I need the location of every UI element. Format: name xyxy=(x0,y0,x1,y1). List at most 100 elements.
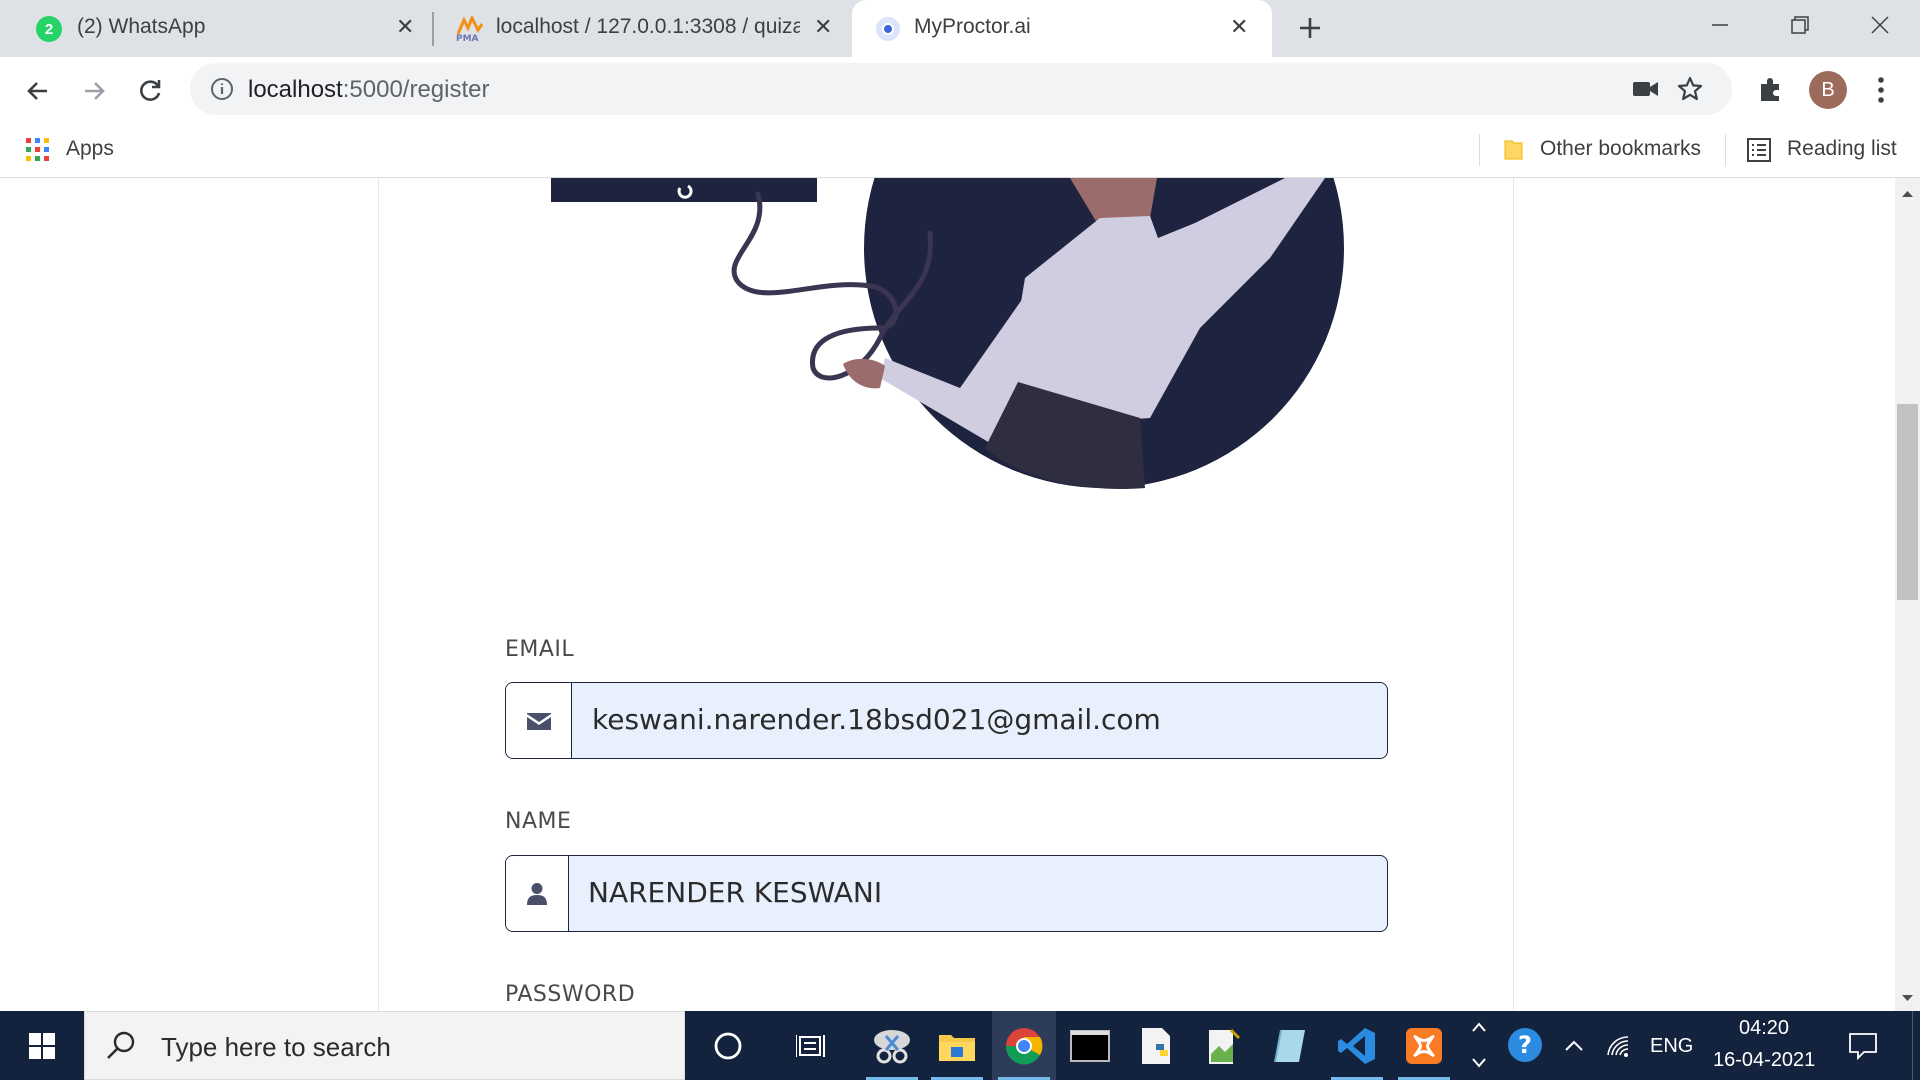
scroll-thumb[interactable] xyxy=(1897,404,1918,600)
tab-whatsapp[interactable]: 2 (2) WhatsApp ✕ xyxy=(0,0,430,57)
taskbar-app-python[interactable] xyxy=(1125,1011,1189,1080)
email-label: EMAIL xyxy=(505,637,575,662)
terminal-icon xyxy=(1070,1029,1110,1062)
taskbar-app-editor[interactable] xyxy=(1258,1011,1322,1080)
taskbar-app-vscode[interactable] xyxy=(1325,1011,1389,1080)
email-addon xyxy=(506,683,572,758)
reload-button[interactable] xyxy=(130,71,170,111)
plus-icon xyxy=(1300,18,1320,38)
notifications-icon[interactable] xyxy=(1848,1032,1878,1060)
chrome-icon xyxy=(1005,1027,1043,1064)
name-value: NARENDER KESWANI xyxy=(588,876,883,909)
snipping-tool-icon xyxy=(874,1029,910,1063)
xampp-icon xyxy=(1406,1027,1442,1064)
task-view-icon xyxy=(796,1034,825,1057)
reading-list-label: Reading list xyxy=(1787,137,1897,160)
minimize-icon xyxy=(1712,24,1728,26)
taskbar-search[interactable]: Type here to search xyxy=(84,1011,685,1080)
url-path: :5000/register xyxy=(342,76,490,103)
wifi-icon[interactable] xyxy=(1606,1035,1634,1059)
page-scrollbar[interactable] xyxy=(1895,178,1920,1011)
taskbar-scroll[interactable] xyxy=(1462,1011,1496,1080)
svg-text:PMA: PMA xyxy=(456,34,479,42)
help-icon: ? xyxy=(1508,1028,1542,1062)
close-tab-icon[interactable]: ✕ xyxy=(1230,16,1248,38)
show-desktop-button[interactable] xyxy=(1912,1011,1920,1080)
tab-phpmyadmin[interactable]: PMA localhost / 127.0.0.1:3308 / quizapp… xyxy=(434,0,850,57)
browser-toolbar: localhost:5000/register B xyxy=(0,57,1920,122)
windows-logo-icon xyxy=(29,1032,55,1059)
other-bookmarks[interactable]: Other bookmarks xyxy=(1494,122,1716,178)
camera-icon[interactable] xyxy=(1632,78,1660,100)
chromium-icon xyxy=(876,17,900,41)
profile-avatar[interactable]: B xyxy=(1809,71,1847,109)
email-field[interactable]: keswani.narender.18bsd021@gmail.com xyxy=(505,682,1388,759)
editor-icon xyxy=(1274,1029,1305,1062)
search-icon xyxy=(107,1031,135,1059)
address-bar[interactable]: localhost:5000/register xyxy=(190,63,1732,115)
task-view-button[interactable] xyxy=(780,1011,844,1080)
reading-list[interactable]: Reading list xyxy=(1745,122,1915,178)
back-button[interactable] xyxy=(18,71,58,111)
restore-button[interactable] xyxy=(1760,0,1840,50)
bookmark-divider xyxy=(1479,134,1480,166)
tab-title: (2) WhatsApp xyxy=(77,15,206,38)
url-text: localhost:5000/register xyxy=(248,76,490,104)
taskbar-app-explorer[interactable] xyxy=(925,1011,989,1080)
bookmarks-bar: Apps Other bookmarks Reading list xyxy=(0,122,1920,178)
clock-time: 04:20 xyxy=(1739,1017,1790,1039)
clock[interactable]: 04:20 16-04-2021 xyxy=(1705,1011,1825,1080)
tray-overflow-icon[interactable] xyxy=(1563,1039,1585,1053)
search-placeholder: Type here to search xyxy=(161,1032,391,1062)
close-tab-icon[interactable]: ✕ xyxy=(396,16,414,38)
taskbar-app-chrome[interactable] xyxy=(992,1011,1056,1080)
url-host: localhost xyxy=(248,76,343,103)
whatsapp-icon: 2 xyxy=(36,16,62,42)
arrow-left-icon xyxy=(27,82,47,100)
extensions-icon[interactable] xyxy=(1757,75,1785,103)
user-icon xyxy=(527,882,547,905)
windows-taskbar: Type here to search ? ENG 04:20 16-04-20… xyxy=(0,1011,1920,1080)
notepad-icon xyxy=(1209,1028,1241,1064)
scroll-up-icon[interactable] xyxy=(1895,184,1920,204)
close-window-button[interactable] xyxy=(1840,0,1920,50)
cortana-icon xyxy=(714,1032,742,1059)
language-indicator[interactable]: ENG xyxy=(1650,1035,1693,1058)
start-button[interactable] xyxy=(0,1011,84,1080)
svg-text:?: ? xyxy=(1518,1031,1532,1059)
tab-title: MyProctor.ai xyxy=(914,15,1031,38)
kebab-menu-icon[interactable] xyxy=(1876,76,1886,104)
forward-button[interactable] xyxy=(74,71,114,111)
name-addon xyxy=(506,856,569,931)
reading-list-icon xyxy=(1747,138,1771,162)
chevron-up-icon xyxy=(1472,1022,1486,1032)
taskbar-app-xampp[interactable] xyxy=(1392,1011,1456,1080)
folder-icon xyxy=(1504,140,1523,160)
close-icon xyxy=(1871,16,1889,34)
apps-grid-icon xyxy=(26,138,49,161)
tab-strip: 2 (2) WhatsApp ✕ PMA localhost / 127.0.0… xyxy=(0,0,1920,57)
info-icon xyxy=(211,78,233,100)
apps-label: Apps xyxy=(66,137,114,160)
tab-myproctor[interactable]: MyProctor.ai ✕ xyxy=(852,0,1272,57)
taskbar-app-notepad[interactable] xyxy=(1192,1011,1256,1080)
apps-bookmark[interactable]: Apps xyxy=(20,122,130,178)
python-file-icon xyxy=(1142,1027,1170,1064)
page-viewport: EMAIL keswani.narender.18bsd021@gmail.co… xyxy=(0,178,1920,1011)
new-tab-button[interactable] xyxy=(1290,8,1330,48)
bookmark-divider xyxy=(1725,134,1726,166)
star-icon[interactable] xyxy=(1676,75,1704,103)
scroll-down-icon[interactable] xyxy=(1895,988,1920,1008)
envelope-icon xyxy=(526,712,551,730)
taskbar-app-terminal[interactable] xyxy=(1058,1011,1122,1080)
tab-title: localhost / 127.0.0.1:3308 / quizapp xyxy=(496,15,800,38)
close-tab-icon[interactable]: ✕ xyxy=(814,16,832,38)
cortana-button[interactable] xyxy=(696,1011,760,1080)
minimize-button[interactable] xyxy=(1680,0,1760,50)
file-explorer-icon xyxy=(939,1034,975,1061)
name-field[interactable]: NARENDER KESWANI xyxy=(505,855,1388,932)
chevron-down-icon xyxy=(1472,1058,1486,1068)
tray-help-button[interactable]: ? xyxy=(1505,1025,1545,1065)
vscode-icon xyxy=(1338,1027,1375,1064)
taskbar-app-snip[interactable] xyxy=(860,1011,924,1080)
